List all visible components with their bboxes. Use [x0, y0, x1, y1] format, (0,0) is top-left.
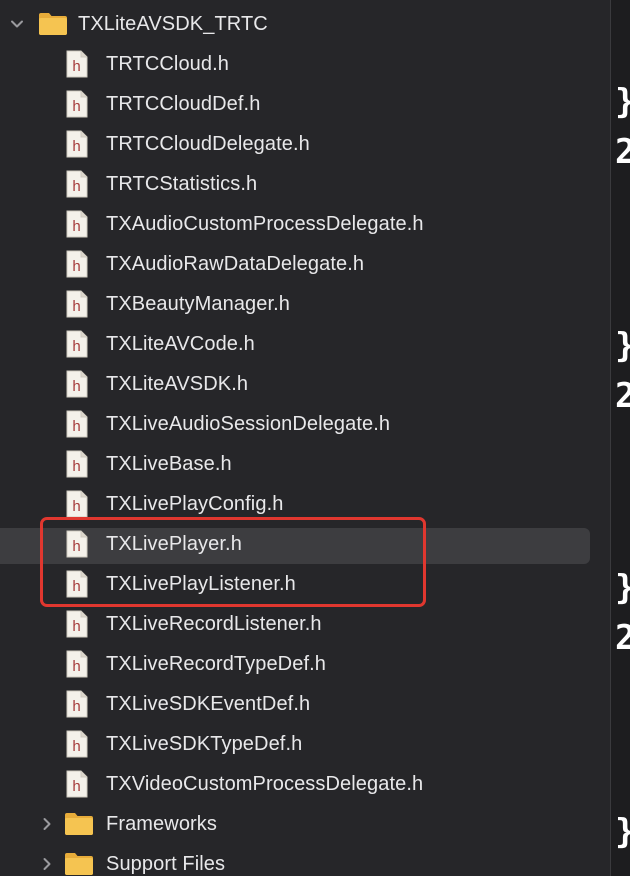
svg-text:h: h — [72, 58, 80, 75]
editor-code-fragment: 2 — [615, 132, 630, 172]
file-label: TXLiteAVSDK.h — [106, 373, 249, 395]
screen: TXLiteAVSDK_TRTC h TRTCCloud.h h TRTCCloudD… — [0, 0, 630, 876]
folder-icon — [64, 851, 94, 876]
file-row[interactable]: h TRTCStatistics.h — [0, 164, 610, 204]
header-file-icon: h — [66, 90, 88, 118]
file-row[interactable]: h TXLivePlayListener.h — [0, 564, 610, 604]
header-file-icon: h — [66, 530, 88, 558]
editor-code-fragment: } — [615, 814, 630, 850]
file-label: TRTCCloud.h — [106, 53, 229, 75]
editor-code-fragment: 2 — [615, 376, 630, 416]
header-file-icon: h — [66, 290, 88, 318]
header-file-icon: h — [66, 50, 88, 78]
file-label: TRTCCloudDelegate.h — [106, 133, 310, 155]
svg-text:h: h — [72, 298, 80, 315]
file-label: TXBeautyManager.h — [106, 293, 291, 315]
header-file-icon: h — [66, 130, 88, 158]
header-file-icon: h — [66, 490, 88, 518]
file-label: TXLiveRecordListener.h — [106, 613, 322, 635]
file-label: TXLiveRecordTypeDef.h — [106, 653, 326, 675]
svg-text:h: h — [72, 738, 80, 755]
file-label: TXLiveAudioSessionDelegate.h — [106, 413, 391, 435]
file-row[interactable]: h TXAudioCustomProcessDelegate.h — [0, 204, 610, 244]
editor-pane-edge: } 2} 2} 2} — [611, 0, 630, 876]
svg-text:h: h — [72, 458, 80, 475]
header-file-icon: h — [66, 730, 88, 758]
folder-icon — [38, 11, 68, 37]
folder-row-root[interactable]: TXLiteAVSDK_TRTC — [0, 4, 610, 44]
file-label: TXLiveSDKTypeDef.h — [106, 733, 303, 755]
file-label: TXLivePlayer.h — [106, 533, 242, 555]
svg-text:h: h — [72, 338, 80, 355]
header-file-icon: h — [66, 610, 88, 638]
file-row[interactable]: h TRTCCloud.h — [0, 44, 610, 84]
svg-text:h: h — [72, 658, 80, 675]
editor-code-fragment: } — [615, 84, 630, 120]
header-file-icon: h — [66, 250, 88, 278]
header-file-icon: h — [66, 370, 88, 398]
file-row[interactable]: h TRTCCloudDef.h — [0, 84, 610, 124]
folder-icon — [64, 811, 94, 837]
file-row[interactable]: h TXLiveSDKTypeDef.h — [0, 724, 610, 764]
svg-text:h: h — [72, 538, 80, 555]
file-label: TXLiveBase.h — [106, 453, 232, 475]
svg-text:h: h — [72, 498, 80, 515]
file-label: TRTCStatistics.h — [106, 173, 258, 195]
file-label: TXLiteAVCode.h — [106, 333, 255, 355]
file-row[interactable]: h TRTCCloudDelegate.h — [0, 124, 610, 164]
header-file-icon: h — [66, 650, 88, 678]
file-label: TXVideoCustomProcessDelegate.h — [106, 773, 424, 795]
folder-row[interactable]: Frameworks — [0, 804, 610, 844]
chevron-right-icon[interactable] — [40, 817, 54, 831]
editor-code-fragment: } — [615, 328, 630, 364]
file-label: TXLivePlayListener.h — [106, 573, 296, 595]
folder-label: TXLiteAVSDK_TRTC — [78, 13, 268, 35]
file-row[interactable]: h TXLiteAVCode.h — [0, 324, 610, 364]
svg-text:h: h — [72, 578, 80, 595]
file-row[interactable]: h TXLiteAVSDK.h — [0, 364, 610, 404]
file-row[interactable]: h TXLivePlayConfig.h — [0, 484, 610, 524]
file-row[interactable]: h TXLiveAudioSessionDelegate.h — [0, 404, 610, 444]
header-file-icon: h — [66, 770, 88, 798]
header-file-icon: h — [66, 410, 88, 438]
header-file-icon: h — [66, 450, 88, 478]
file-row[interactable]: h TXLiveSDKEventDef.h — [0, 684, 610, 724]
svg-text:h: h — [72, 698, 80, 715]
file-row[interactable]: h TXBeautyManager.h — [0, 284, 610, 324]
file-row[interactable]: h TXLiveRecordListener.h — [0, 604, 610, 644]
svg-text:h: h — [72, 178, 80, 195]
folder-label: Support Files — [106, 853, 226, 875]
file-label: TXAudioRawDataDelegate.h — [106, 253, 365, 275]
chevron-right-icon[interactable] — [40, 857, 54, 871]
folder-label: Frameworks — [106, 813, 218, 835]
header-file-icon: h — [66, 570, 88, 598]
editor-code-fragment: 2 — [615, 618, 630, 658]
file-label: TRTCCloudDef.h — [106, 93, 261, 115]
header-file-icon: h — [66, 690, 88, 718]
svg-text:h: h — [72, 98, 80, 115]
file-label: TXLiveSDKEventDef.h — [106, 693, 311, 715]
chevron-down-icon[interactable] — [10, 17, 24, 31]
svg-text:h: h — [72, 218, 80, 235]
folder-row[interactable]: Support Files — [0, 844, 610, 876]
header-file-icon: h — [66, 170, 88, 198]
svg-text:h: h — [72, 778, 80, 795]
file-row[interactable]: h TXLiveRecordTypeDef.h — [0, 644, 610, 684]
header-file-icon: h — [66, 210, 88, 238]
svg-text:h: h — [72, 258, 80, 275]
svg-text:h: h — [72, 418, 80, 435]
file-row[interactable]: h TXLiveBase.h — [0, 444, 610, 484]
project-navigator: TXLiteAVSDK_TRTC h TRTCCloud.h h TRTCCloudD… — [0, 0, 610, 876]
editor-code-fragment: } — [615, 570, 630, 606]
file-row[interactable]: h TXAudioRawDataDelegate.h — [0, 244, 610, 284]
header-file-icon: h — [66, 330, 88, 358]
svg-text:h: h — [72, 138, 80, 155]
file-row-selected[interactable]: h TXLivePlayer.h — [0, 524, 610, 564]
file-label: TXAudioCustomProcessDelegate.h — [106, 213, 424, 235]
svg-text:h: h — [72, 618, 80, 635]
file-row[interactable]: h TXVideoCustomProcessDelegate.h — [0, 764, 610, 804]
file-label: TXLivePlayConfig.h — [106, 493, 284, 515]
svg-text:h: h — [72, 378, 80, 395]
